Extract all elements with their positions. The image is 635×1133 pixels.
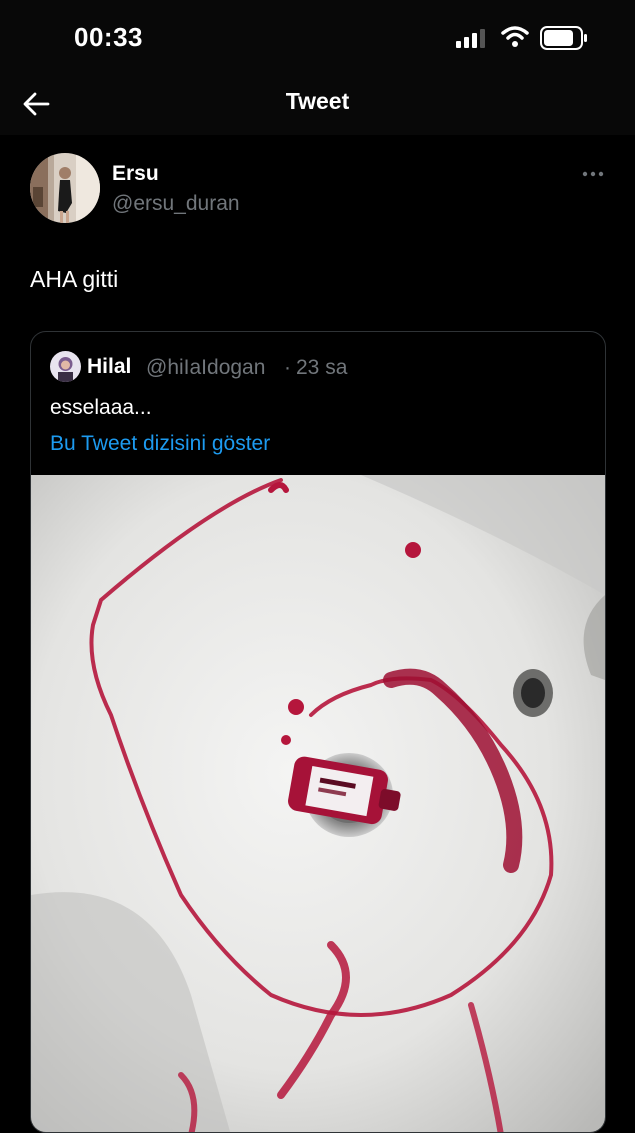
- battery-icon: [540, 26, 587, 50]
- page-title: Tweet: [285, 88, 350, 114]
- status-bar: 00:33: [0, 0, 635, 75]
- quoted-tweet[interactable]: Hilal @hiIaIdogan · 23 sa esselaaa... Bu…: [30, 331, 606, 1133]
- quoted-handle[interactable]: @hiIaIdogan: [146, 356, 265, 380]
- more-options-icon[interactable]: [578, 160, 608, 188]
- status-time: 00:33: [74, 22, 143, 52]
- tweet-text: AHA gitti: [30, 266, 119, 292]
- user-handle[interactable]: @ersu_duran: [112, 192, 240, 216]
- separator-dot: ·: [284, 356, 291, 379]
- wifi-icon: [501, 26, 529, 47]
- quoted-avatar[interactable]: [50, 351, 81, 382]
- display-name[interactable]: Ersu: [112, 162, 159, 186]
- cellular-signal-icon: [456, 29, 485, 48]
- show-thread-link[interactable]: Bu Tweet dizisini göster: [50, 432, 270, 456]
- quoted-display-name[interactable]: Hilal: [87, 355, 131, 379]
- quoted-text: esselaaa...: [50, 396, 152, 419]
- avatar[interactable]: [30, 153, 100, 223]
- quoted-timestamp[interactable]: 23 sa: [296, 356, 347, 380]
- nav-bar: Tweet: [0, 75, 635, 135]
- quoted-photo[interactable]: [31, 475, 605, 1133]
